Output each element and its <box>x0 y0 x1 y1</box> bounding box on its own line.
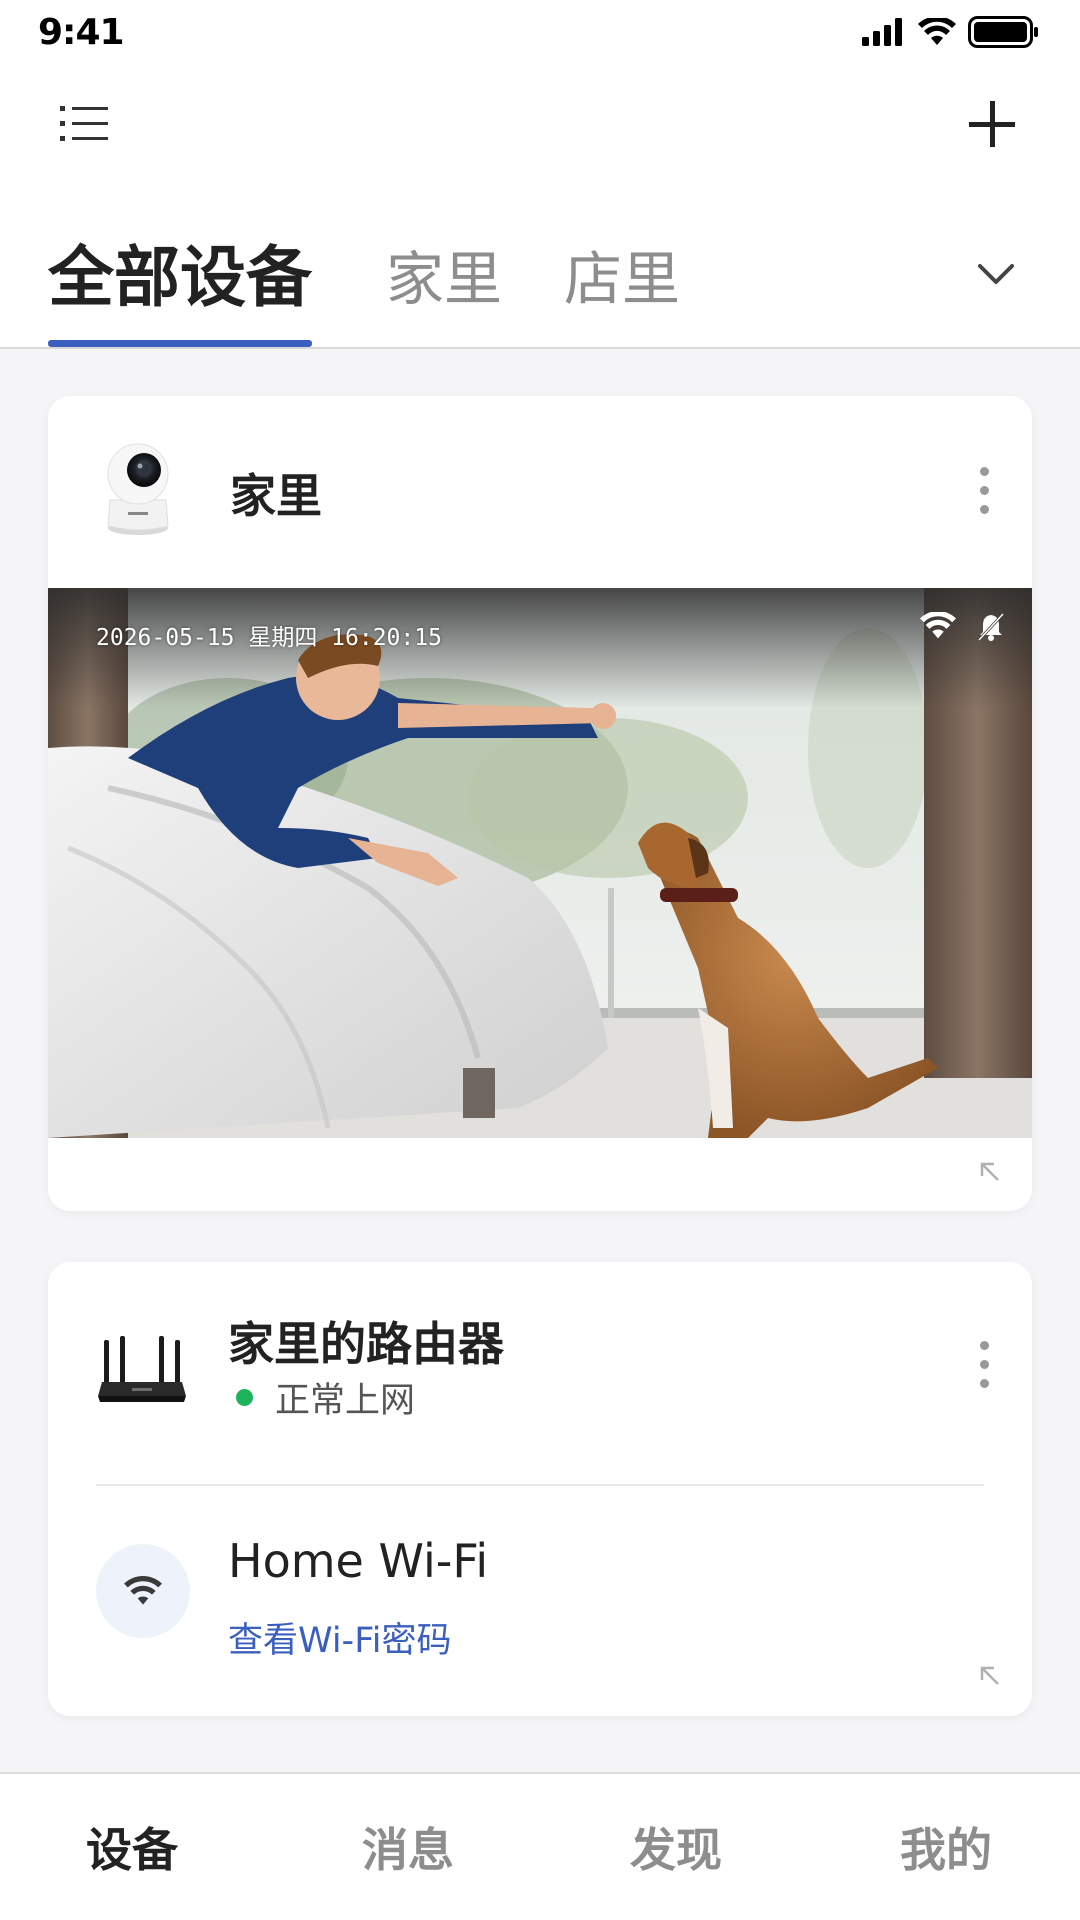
nav-discover[interactable]: 发现 <box>630 1814 722 1880</box>
wifi-name: Home Wi-Fi <box>228 1534 489 1588</box>
active-tab-indicator <box>48 340 312 347</box>
top-area: 9:41 全部设备 家里 店里 <box>0 0 1080 349</box>
router-expand-button[interactable] <box>968 1654 1012 1698</box>
wifi-icon <box>918 18 956 45</box>
tabs-divider <box>0 347 1080 349</box>
camera-live-preview[interactable]: 2026-05-15 星期四 16:20:15 <box>48 588 1032 1138</box>
security-camera-icon <box>104 442 172 536</box>
tab-home[interactable]: 家里 <box>386 232 502 316</box>
tab-all-devices[interactable]: 全部设备 <box>48 224 312 320</box>
add-device-button[interactable] <box>956 88 1028 160</box>
status-time: 9:41 <box>38 12 125 53</box>
camera-more-button[interactable] <box>956 450 1012 530</box>
more-dot <box>979 1359 989 1369</box>
chevron-down-icon <box>978 264 1014 284</box>
bell-muted-icon <box>977 612 1005 642</box>
camera-device-card[interactable]: 家里 2026-05-15 星期四 16:20:15 <box>48 396 1032 1211</box>
view-wifi-password-link[interactable]: 查看Wi-Fi密码 <box>228 1612 452 1663</box>
nav-devices[interactable]: 设备 <box>86 1814 178 1880</box>
status-bar: 9:41 <box>0 0 1080 64</box>
plus-icon <box>969 101 1015 147</box>
group-tabs: 全部设备 家里 店里 <box>0 220 1080 348</box>
nav-me[interactable]: 我的 <box>900 1814 992 1880</box>
expand-arrow-icon <box>980 1666 999 1685</box>
tabs-dropdown-button[interactable] <box>970 248 1022 300</box>
bottom-navigation: 设备 消息 发现 我的 <box>0 1772 1080 1920</box>
expand-arrow-icon <box>980 1162 999 1181</box>
live-preview-image <box>48 588 1032 1138</box>
card-divider <box>96 1484 984 1486</box>
cellular-signal-icon <box>862 18 902 46</box>
camera-device-name: 家里 <box>230 469 322 523</box>
wifi-circle-icon <box>96 1544 190 1638</box>
wifi-icon <box>124 1576 162 1605</box>
more-dot <box>979 485 989 495</box>
router-icon <box>96 1334 188 1406</box>
device-list-menu-button[interactable] <box>48 88 120 160</box>
online-status-dot <box>236 1389 253 1406</box>
status-icons <box>862 14 1040 50</box>
router-device-name: 家里的路由器 <box>228 1317 504 1371</box>
wifi-icon <box>920 612 956 639</box>
router-more-button[interactable] <box>956 1324 1012 1404</box>
router-device-card[interactable]: 家里的路由器 正常上网 Home Wi-Fi 查看Wi-Fi密码 <box>48 1262 1032 1716</box>
more-dot <box>979 466 989 476</box>
osd-timestamp: 2026-05-15 星期四 16:20:15 <box>96 625 442 651</box>
camera-expand-button[interactable] <box>968 1150 1012 1194</box>
battery-icon <box>968 16 1038 48</box>
more-dot <box>979 504 989 514</box>
router-status-text: 正常上网 <box>275 1381 416 1421</box>
tab-shop[interactable]: 店里 <box>564 232 680 316</box>
more-dot <box>979 1340 989 1350</box>
osd-status-icons <box>920 612 1006 642</box>
list-icon <box>60 106 108 141</box>
router-status: 正常上网 <box>236 1372 415 1423</box>
more-dot <box>979 1378 989 1388</box>
nav-messages[interactable]: 消息 <box>362 1814 454 1880</box>
